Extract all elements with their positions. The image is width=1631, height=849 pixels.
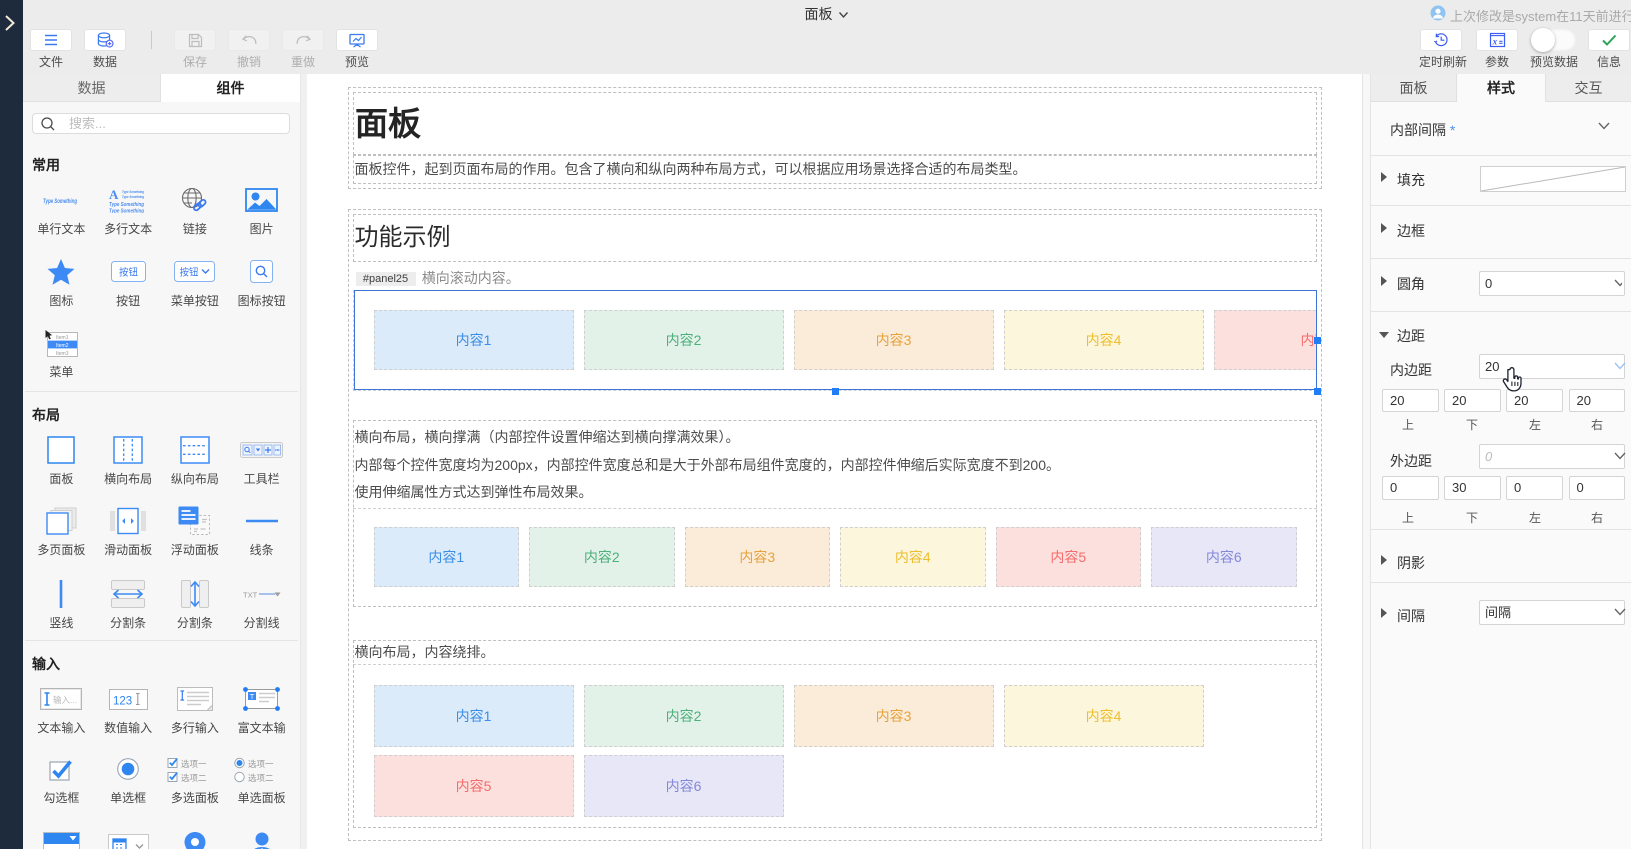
svg-text:Type Something: Type Something bbox=[109, 209, 145, 214]
svg-text:选项一: 选项一 bbox=[248, 759, 274, 769]
svg-text:按钮: 按钮 bbox=[119, 267, 139, 279]
svg-text:选项二: 选项二 bbox=[181, 773, 207, 783]
svg-text:选项二: 选项二 bbox=[248, 773, 274, 783]
svg-text:x: x bbox=[1491, 37, 1497, 47]
svg-text:TXT: TXT bbox=[243, 590, 258, 599]
svg-text:Type Something: Type Something bbox=[109, 202, 145, 208]
svg-text:Type Something: Type Something bbox=[122, 194, 144, 199]
svg-text:T: T bbox=[250, 692, 255, 701]
svg-text:Type Something: Type Something bbox=[43, 199, 77, 205]
svg-text:Item2: Item2 bbox=[56, 342, 69, 348]
svg-text:Item3: Item3 bbox=[56, 351, 69, 357]
svg-text:Item1: Item1 bbox=[56, 335, 69, 341]
svg-text:选项一: 选项一 bbox=[181, 759, 207, 769]
svg-text:按钮: 按钮 bbox=[180, 267, 200, 279]
svg-text:123: 123 bbox=[113, 695, 132, 707]
svg-text:输入...: 输入... bbox=[53, 695, 77, 705]
svg-text:A: A bbox=[109, 187, 119, 202]
